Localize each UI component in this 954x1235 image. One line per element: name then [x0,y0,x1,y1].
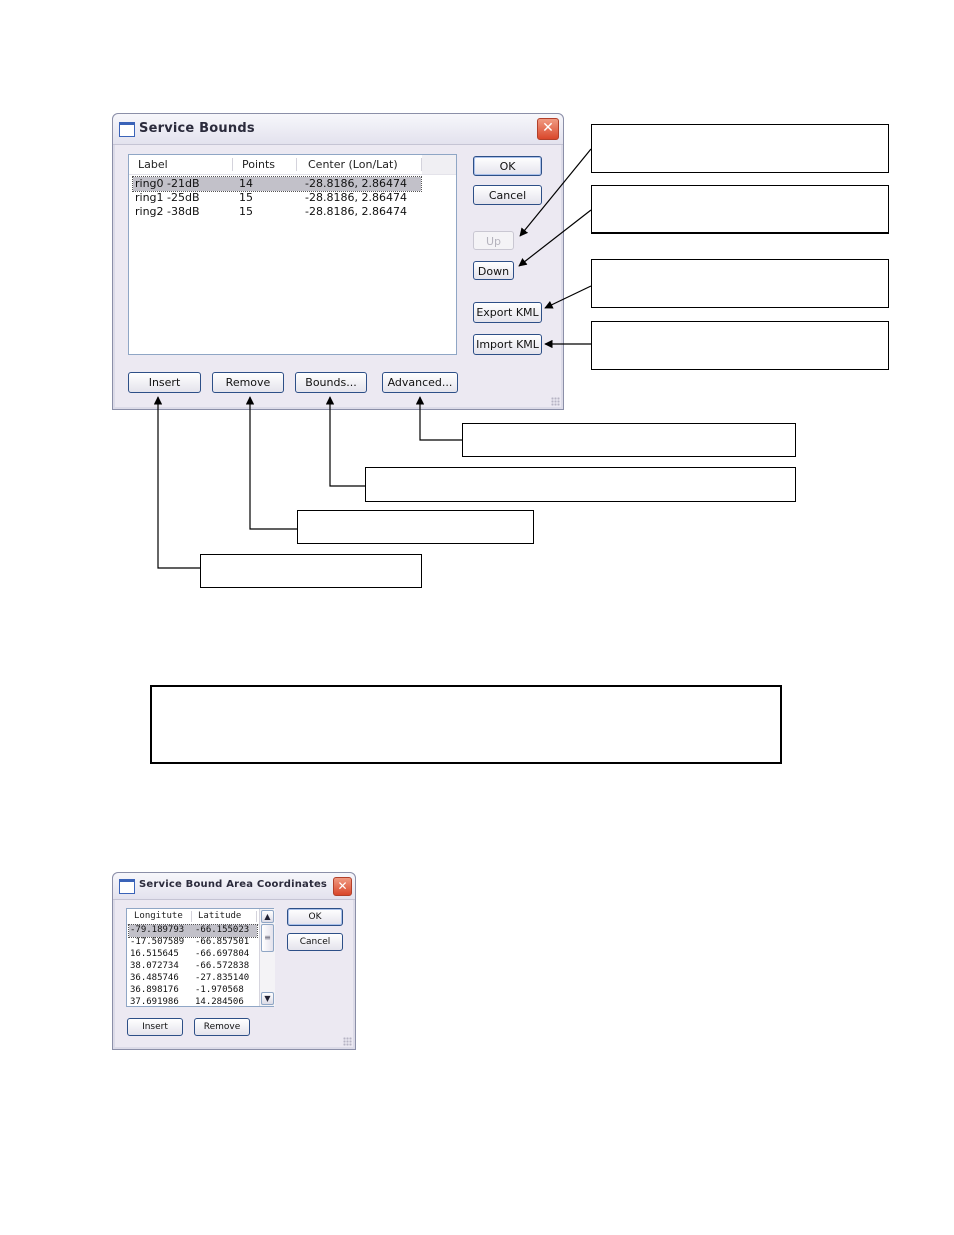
row-latitude: -66.572838 [195,961,250,971]
ok-button[interactable]: OK [287,908,343,926]
list-row[interactable]: 16.515645 -66.697804 [129,949,257,961]
list-row[interactable]: 36.898176 -1.970568 [129,985,257,997]
row-longitude: 16.515645 [130,949,179,959]
cancel-button[interactable]: Cancel [287,933,343,951]
list-row[interactable]: -79.189793 -66.155023 [128,924,258,938]
row-latitude: -66.857501 [195,937,250,947]
row-longitude: 37.691986 [130,997,179,1007]
row-longitude: 36.485746 [130,973,179,983]
arrow-export-kml [544,285,592,309]
list-row[interactable]: 38.072734 -66.572838 [129,961,257,973]
scroll-up-button[interactable]: ▲ [261,910,274,923]
close-button[interactable]: ✕ [333,877,352,896]
remove-button[interactable]: Remove [194,1018,250,1036]
coordinates-dialog: Service Bound Area Coordinates ✕ Longitu… [112,872,356,1050]
scrollbar[interactable]: ▲ ≡ ▼ [259,909,275,1006]
row-latitude: -66.697804 [195,949,250,959]
arrow-up [519,148,592,237]
arrow-insert [153,396,200,569]
coordinates-list[interactable]: Longitute Latitude -79.189793 -66.155023-… [126,908,275,1009]
row-longitude: 36.898176 [130,985,179,995]
row-latitude: -1.970568 [195,985,244,995]
list-row[interactable]: 37.691986 14.284506 [129,997,257,1009]
arrow-advanced [415,396,462,441]
row-latitude: -66.155023 [195,925,250,935]
insert-button[interactable]: Insert [127,1018,183,1036]
list-row[interactable]: -17.507589 -66.857501 [129,937,257,949]
column-header-latitude[interactable]: Latitude [198,911,241,921]
row-longitude: -79.189793 [130,925,185,935]
row-latitude: 14.284506 [195,997,244,1007]
dialog-title: Service Bound Area Coordinates [139,879,328,890]
column-header-longitude[interactable]: Longitute [134,911,183,921]
row-longitude: -17.507589 [130,937,185,947]
row-latitude: -27.835140 [195,973,250,983]
arrow-bounds [325,396,365,487]
scroll-down-button[interactable]: ▼ [261,992,274,1005]
arrow-remove [245,396,297,530]
row-longitude: 38.072734 [130,961,179,971]
arrow-down [518,209,592,267]
list-row[interactable]: 36.485746 -27.835140 [129,973,257,985]
scroll-thumb[interactable]: ≡ [261,924,274,952]
list-header: Longitute Latitude [127,909,273,925]
window-icon [119,879,135,894]
title-bar[interactable]: Service Bound Area Coordinates ✕ [113,873,355,900]
resize-grip[interactable] [343,1037,352,1046]
